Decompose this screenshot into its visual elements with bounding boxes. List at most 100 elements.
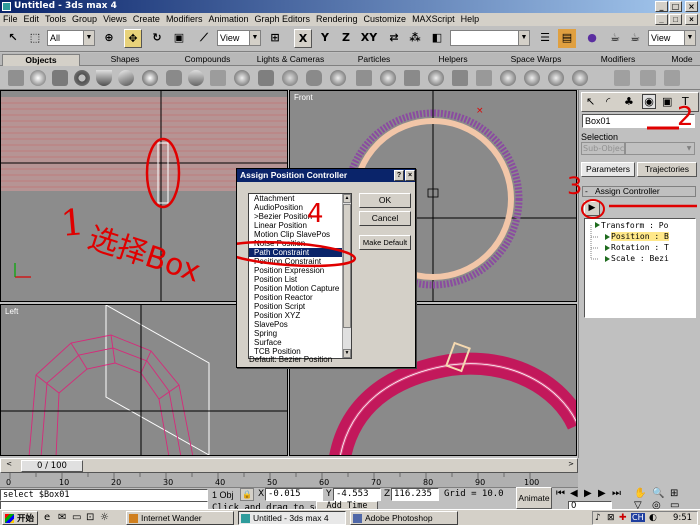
axis-y-button[interactable]: Y	[316, 29, 334, 48]
next-frame-icon[interactable]: ▶	[598, 488, 606, 499]
tree-scale[interactable]: Scale : Bezi	[611, 254, 669, 263]
pan-icon[interactable]: ✋	[634, 488, 646, 499]
menu-file[interactable]: File	[0, 13, 21, 26]
tree-position[interactable]: Position : B	[611, 232, 669, 241]
select-arrow-icon[interactable]: ↖	[4, 29, 22, 48]
maxscript-listener[interactable]: select $Box01	[0, 489, 208, 501]
unlink-icon[interactable]	[664, 70, 680, 86]
capsule-icon[interactable]	[306, 70, 322, 86]
go-start-icon[interactable]: ⏮	[556, 488, 565, 499]
prism-icon[interactable]	[476, 70, 492, 86]
maximize-button[interactable]: □	[669, 1, 682, 12]
sphere-icon[interactable]	[30, 70, 46, 86]
list-item[interactable]: Position XYZ	[249, 311, 351, 320]
slider-next-icon[interactable]: >	[565, 460, 577, 471]
menu-rendering[interactable]: Rendering	[313, 13, 361, 26]
explorer-quicklaunch-icon[interactable]: ⊡	[86, 512, 94, 523]
doc-close-button[interactable]: ×	[685, 14, 698, 25]
desktop-quicklaunch-icon[interactable]: ▭	[72, 512, 81, 523]
chamfer-box-icon[interactable]	[258, 70, 274, 86]
tab-modeling[interactable]: Mode	[664, 54, 700, 66]
axis-x-button[interactable]: X	[294, 29, 312, 48]
y-coord-field[interactable]: -4.553	[333, 488, 381, 501]
list-item[interactable]: Position Reactor	[249, 293, 351, 302]
list-item[interactable]: Position Script	[249, 302, 351, 311]
zoom-icon[interactable]: 🔍	[652, 488, 664, 499]
patch-icon[interactable]	[524, 70, 540, 86]
move-icon[interactable]: ✥	[124, 29, 142, 48]
array-icon[interactable]: ⁂	[406, 29, 424, 48]
menu-group[interactable]: Group	[69, 13, 100, 26]
track-bar[interactable]: 0 10 20 30 40 50 60 70 80 90 100	[0, 473, 578, 488]
animate-button[interactable]: Animate	[516, 487, 552, 509]
scale-icon[interactable]: ▣	[170, 29, 188, 48]
material-editor-icon[interactable]: ●	[583, 29, 601, 48]
align-icon[interactable]: ◧	[428, 29, 446, 48]
tray-ime-icon[interactable]: ◐	[649, 513, 657, 523]
mirror-icon[interactable]: ⇄	[385, 29, 403, 48]
oil-tank-icon[interactable]	[282, 70, 298, 86]
track-view-icon[interactable]: ☰	[536, 29, 554, 48]
axis-xy-button[interactable]: XY	[358, 29, 380, 48]
render-type-dropdown[interactable]: View ▼	[648, 30, 696, 46]
geosphere-icon[interactable]	[142, 70, 158, 86]
schematic-view-icon[interactable]: ▤	[558, 29, 576, 48]
prev-frame-icon[interactable]: ◀	[570, 488, 578, 499]
hose-icon[interactable]	[452, 70, 468, 86]
cylinder-icon[interactable]	[52, 70, 68, 86]
torus-icon[interactable]	[74, 70, 90, 86]
torus-knot-icon[interactable]	[500, 70, 516, 86]
slider-prev-icon[interactable]: <	[3, 460, 15, 471]
task-internet-wander[interactable]: Internet Wander	[126, 511, 234, 525]
menu-tools[interactable]: Tools	[42, 13, 69, 26]
z-coord-field[interactable]: 116.235	[391, 488, 439, 501]
link-icon[interactable]	[640, 70, 656, 86]
list-item[interactable]: Surface	[249, 338, 351, 347]
nurbs-icon[interactable]	[548, 70, 564, 86]
list-item[interactable]: SlavePos	[249, 320, 351, 329]
menu-create[interactable]: Create	[130, 13, 163, 26]
tray-network-icon[interactable]: ⊠	[607, 513, 615, 523]
list-item[interactable]: Spring	[249, 329, 351, 338]
menu-graph-editors[interactable]: Graph Editors	[251, 13, 313, 26]
go-end-icon[interactable]: ⏭	[612, 488, 621, 499]
tab-compounds[interactable]: Compounds	[170, 54, 245, 66]
outlook-quicklaunch-icon[interactable]: ✉	[58, 512, 66, 523]
x-coord-field[interactable]: -0.015	[265, 488, 323, 501]
menu-edit[interactable]: Edit	[21, 13, 43, 26]
close-button[interactable]: ×	[685, 1, 698, 12]
c-ext-icon[interactable]	[404, 70, 420, 86]
start-button[interactable]: 开始	[2, 511, 38, 525]
menu-views[interactable]: Views	[100, 13, 130, 26]
tab-helpers[interactable]: Helpers	[418, 54, 488, 66]
task-3ds-max[interactable]: Untitled - 3ds max 4	[238, 511, 346, 525]
gengon-icon[interactable]	[380, 70, 396, 86]
ringwave-icon[interactable]	[428, 70, 444, 86]
task-photoshop[interactable]: Adobe Photoshop	[350, 511, 458, 525]
cone-icon[interactable]	[118, 70, 134, 86]
tray-sound-icon[interactable]: ♪	[595, 513, 601, 523]
doc-minimize-button[interactable]: _	[655, 14, 668, 25]
menu-modifiers[interactable]: Modifiers	[163, 13, 206, 26]
minimize-button[interactable]: _	[655, 1, 668, 12]
render-scene-icon[interactable]: ☕	[606, 29, 624, 48]
tab-objects[interactable]: Objects	[2, 54, 80, 66]
play-icon[interactable]: ▶	[584, 488, 592, 499]
l-ext-icon[interactable]	[356, 70, 372, 86]
media-quicklaunch-icon[interactable]: ☼	[100, 512, 109, 523]
particle-icon[interactable]	[572, 70, 588, 86]
zoom-all-icon[interactable]: ⊞	[670, 488, 678, 499]
quick-render-icon[interactable]: ☕	[626, 29, 644, 48]
reference-coordinate-dropdown[interactable]: View ▼	[217, 30, 261, 46]
axis-z-button[interactable]: Z	[337, 29, 355, 48]
region-select-icon[interactable]: ⬚	[26, 29, 44, 48]
spindle-icon[interactable]	[330, 70, 346, 86]
time-slider[interactable]: < 0 / 100 >	[0, 458, 578, 473]
rotate-icon[interactable]: ↻	[148, 29, 166, 48]
box-icon[interactable]	[8, 70, 24, 86]
tab-modifiers[interactable]: Modifiers	[582, 54, 654, 66]
scroll-down-icon[interactable]: ▼	[343, 349, 351, 358]
hedra-icon[interactable]	[234, 70, 250, 86]
plane-icon[interactable]	[210, 70, 226, 86]
menu-help[interactable]: Help	[458, 13, 483, 26]
